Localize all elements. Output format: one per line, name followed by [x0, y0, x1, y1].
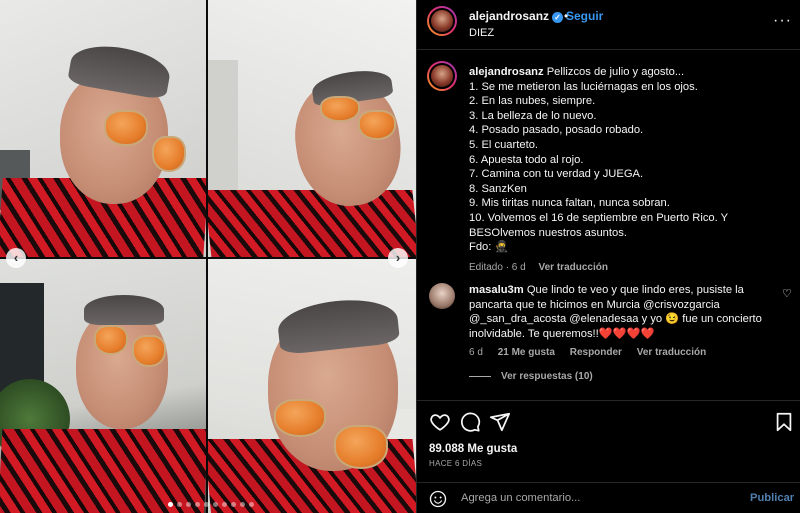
replies-line [469, 376, 491, 377]
carousel-next-button[interactable]: › [388, 248, 408, 268]
heart-icon[interactable] [429, 411, 451, 433]
emoji-icon[interactable] [429, 490, 447, 508]
caption-line: 4. Posado pasado, posado robado. [469, 124, 644, 137]
carousel-dot [213, 502, 218, 507]
comment-likes[interactable]: 21 Me gusta [498, 347, 555, 358]
carousel-dot [177, 502, 182, 507]
post-details-panel: alejandrosanz ✓ • Seguir DIEZ ··· alejand… [416, 0, 800, 513]
likes-count[interactable]: 89.088 Me gusta [429, 443, 517, 455]
caption-text: alejandrosanz Pellizcos de julio y agost… [469, 65, 789, 275]
comment-input[interactable] [461, 489, 731, 507]
post-header: alejandrosanz ✓ • Seguir DIEZ ··· [417, 0, 800, 50]
carousel-dot [222, 502, 227, 507]
caption-line: Pellizcos de julio y agosto... [546, 66, 685, 78]
add-comment-bar: Publicar [417, 482, 800, 513]
caption-line: 1. Se me metieron las luciérnagas en los… [469, 80, 698, 93]
caption-line: 7. Camina con tu verdad y JUEGA. [469, 168, 644, 181]
caption-line: 6. Apuesta todo al rojo. [469, 153, 584, 166]
share-icon[interactable] [489, 411, 511, 433]
publish-button[interactable]: Publicar [750, 492, 794, 504]
carousel-dot [204, 502, 209, 507]
author-username[interactable]: alejandrosanz [469, 9, 549, 23]
carousel-dot [249, 502, 254, 507]
caption-line: Fdo: 🥷 [469, 241, 509, 254]
caption-avatar[interactable] [427, 61, 457, 91]
caption-line: 8. SanzKen [469, 182, 527, 195]
carousel-dot [195, 502, 200, 507]
post-actions: 89.088 Me gusta HACE 6 DÍAS [417, 400, 800, 488]
commenter-username[interactable]: masalu3m [469, 284, 524, 296]
photo-tile [0, 259, 206, 513]
caption-line: 9. Mis tiritas nunca faltan, nunca sobra… [469, 197, 670, 210]
carousel-indicator [168, 502, 254, 507]
comment-like-heart-icon[interactable]: ♡ [782, 287, 792, 300]
carousel-dot [231, 502, 236, 507]
author-avatar[interactable] [427, 6, 457, 36]
caption-line: 2. En las nubes, siempre. [469, 95, 596, 108]
caption-username[interactable]: alejandrosanz [469, 66, 544, 78]
view-replies-label: Ver respuestas (10) [501, 371, 593, 382]
commenter-avatar[interactable] [429, 283, 455, 309]
comment-icon[interactable] [459, 411, 481, 433]
carousel-prev-button[interactable]: ‹ [6, 248, 26, 268]
caption-line: 3. La belleza de lo nuevo. [469, 109, 597, 122]
bookmark-icon[interactable] [773, 411, 795, 433]
post-media-carousel[interactable]: ‹ › [0, 0, 416, 513]
caption-line: 10. Volvemos el 16 de septiembre en Puer… [469, 211, 728, 239]
carousel-dot [168, 502, 173, 507]
caption-line: 5. El cuarteto. [469, 138, 539, 151]
photo-tile [208, 259, 416, 513]
comment-time: 6 d [469, 347, 483, 359]
carousel-dot [186, 502, 191, 507]
comment-translate-link[interactable]: Ver traducción [637, 347, 706, 358]
comment-reply-button[interactable]: Responder [570, 347, 622, 358]
photo-tile [0, 0, 206, 257]
caption-edited-time: Editado · 6 d [469, 261, 526, 273]
caption-translate-link[interactable]: Ver traducción [539, 262, 608, 273]
post-subtitle: DIEZ [469, 27, 495, 39]
view-replies-button[interactable]: Ver respuestas (10) [469, 371, 593, 382]
more-options-icon[interactable]: ··· [773, 12, 792, 30]
post-time-ago: HACE 6 DÍAS [429, 459, 483, 468]
photo-tile [208, 0, 416, 257]
follow-button[interactable]: Seguir [566, 9, 603, 23]
carousel-dot [240, 502, 245, 507]
verified-icon: ✓ [552, 12, 564, 23]
